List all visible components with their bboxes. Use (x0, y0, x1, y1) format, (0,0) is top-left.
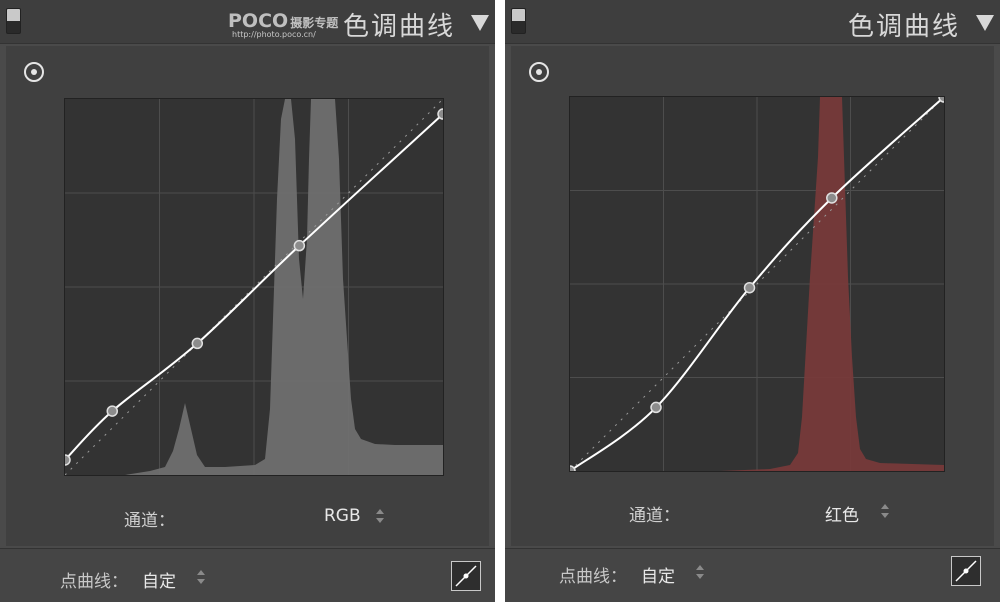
panel-body: 通道： RGB (6, 46, 489, 546)
grid-lines (65, 99, 443, 475)
curve-edit-icon (455, 565, 477, 587)
curve-control-point[interactable] (826, 192, 838, 204)
point-curve-label: 点曲线： (559, 567, 627, 587)
collapse-triangle-icon[interactable] (471, 15, 489, 31)
curve-control-point[interactable] (293, 239, 306, 252)
curve-graph[interactable] (569, 96, 945, 472)
curve-control-point[interactable] (437, 108, 443, 120)
panel-body: 通道： 红色 (511, 46, 994, 546)
point-curve-stepper-icon[interactable] (197, 570, 205, 584)
watermark-subtitle: 摄影专题 (290, 16, 339, 30)
tone-curve-panel-rgb: POCO 摄影专题 http://photo.poco.cn/ 色调曲线 通道： … (0, 0, 495, 602)
point-curve-edit-button[interactable] (951, 556, 981, 586)
curve-control-point[interactable] (650, 401, 662, 414)
curve-graph-svg[interactable] (570, 97, 944, 471)
curve-control-point[interactable] (191, 337, 204, 350)
curve-control-point[interactable] (743, 281, 756, 294)
point-curve-edit-button[interactable] (451, 561, 481, 591)
point-curve-stepper-icon[interactable] (696, 565, 704, 579)
curve-edit-icon (955, 560, 977, 582)
channel-label: 通道： (124, 511, 175, 531)
watermark-url: http://photo.poco.cn/ (232, 30, 316, 39)
target-adjust-icon[interactable] (529, 62, 549, 82)
panel-footer: 点曲线： 自定 (505, 548, 1000, 602)
curve-control-point[interactable] (570, 465, 576, 471)
panel-toggle-switch[interactable] (6, 8, 21, 34)
curve-graph[interactable] (64, 98, 444, 476)
point-curve-label: 点曲线： (60, 572, 128, 592)
channel-stepper-icon[interactable] (376, 509, 384, 523)
curve-graph-svg[interactable] (65, 99, 443, 475)
channel-stepper-icon[interactable] (881, 504, 889, 518)
channel-select[interactable]: 红色 (825, 501, 859, 526)
channel-select[interactable]: RGB (324, 506, 361, 526)
watermark-brand: POCO (228, 10, 289, 32)
point-curve-select[interactable]: 自定 (142, 567, 176, 592)
point-curve-select[interactable]: 自定 (641, 562, 675, 587)
collapse-triangle-icon[interactable] (976, 15, 994, 31)
channel-label: 通道： (629, 506, 680, 526)
panel-header: 色调曲线 (505, 0, 1000, 44)
tone-curve-panel-red: 色调曲线 通道： 红色 点曲线： 自定 (505, 0, 1000, 602)
watermark: POCO 摄影专题 http://photo.poco.cn/ (228, 10, 339, 39)
curve-control-point[interactable] (65, 454, 71, 466)
curve-control-point[interactable] (106, 405, 118, 417)
panel-title: 色调曲线 (342, 12, 455, 42)
panel-title: 色调曲线 (847, 12, 960, 42)
target-adjust-icon[interactable] (24, 62, 44, 82)
panel-footer: 点曲线： 自定 (0, 548, 495, 602)
panel-toggle-switch[interactable] (511, 8, 526, 34)
panel-header: POCO 摄影专题 http://photo.poco.cn/ 色调曲线 (0, 0, 495, 44)
